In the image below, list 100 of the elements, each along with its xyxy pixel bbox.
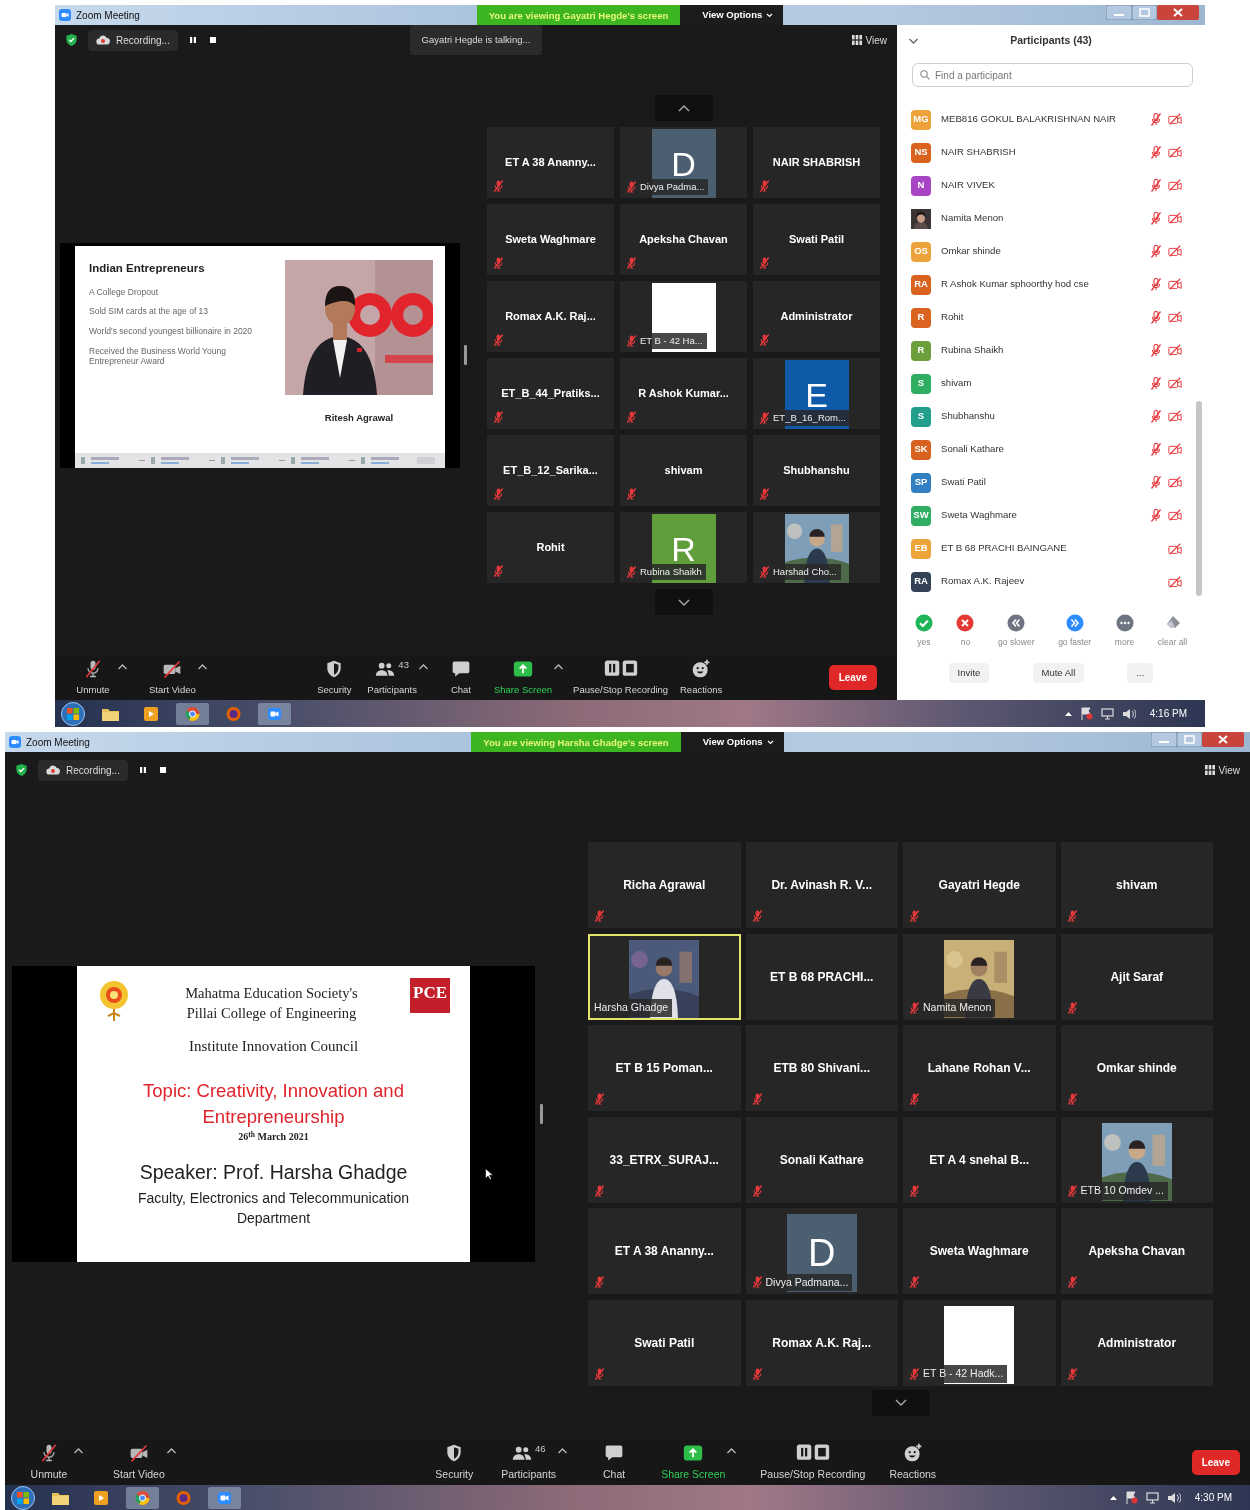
participant-name: shivam bbox=[1116, 877, 1158, 895]
participants-button[interactable]: 43 Participants bbox=[367, 657, 417, 698]
chat-button[interactable]: Chat bbox=[437, 657, 484, 698]
reactions-button[interactable]: Reactions bbox=[889, 1442, 937, 1483]
security-button[interactable]: Security bbox=[311, 657, 358, 698]
participant-name: ET B 68 PRACHI... bbox=[770, 968, 874, 986]
pause-icon[interactable] bbox=[137, 765, 148, 775]
avatar-initials: SK bbox=[911, 439, 931, 460]
search-icon bbox=[920, 70, 930, 80]
caret-up-icon[interactable] bbox=[727, 1448, 737, 1455]
caret-up-icon[interactable] bbox=[166, 1448, 176, 1455]
feedback-button[interactable]: go slower bbox=[998, 614, 1035, 649]
participant-name: Sonali Kathare bbox=[779, 1151, 864, 1169]
feedback-button[interactable]: go faster bbox=[1058, 614, 1092, 649]
caret-up-icon[interactable] bbox=[1109, 1495, 1117, 1500]
search-field[interactable]: Find a participant bbox=[912, 63, 1193, 87]
video-camera-icon[interactable] bbox=[257, 701, 292, 726]
security-button[interactable]: Security bbox=[431, 1442, 478, 1483]
browser-icon[interactable] bbox=[125, 1485, 160, 1510]
close-icon[interactable] bbox=[1202, 732, 1244, 747]
participant-name: ET B - 42 Hadk... bbox=[923, 1366, 1004, 1381]
close-icon[interactable] bbox=[1157, 5, 1199, 20]
participant-name: Apeksha Chavan bbox=[1088, 1243, 1186, 1261]
stop-icon[interactable] bbox=[157, 765, 168, 775]
recording-button[interactable]: Pause/Stop Recording bbox=[573, 657, 669, 698]
stop-icon[interactable] bbox=[207, 35, 218, 46]
caret-up-icon[interactable] bbox=[197, 663, 207, 670]
minimize-icon[interactable] bbox=[1151, 732, 1177, 747]
avatar-initials: RA bbox=[911, 571, 931, 592]
invite-button[interactable]: Invite bbox=[948, 662, 990, 683]
caret-up-icon[interactable] bbox=[558, 1448, 568, 1455]
speaker-icon[interactable] bbox=[1166, 1491, 1181, 1504]
feedback-button[interactable]: no bbox=[956, 614, 975, 649]
participants-button[interactable]: 46 Participants bbox=[501, 1442, 557, 1483]
caret-up-icon[interactable] bbox=[554, 663, 564, 670]
pause-icon[interactable] bbox=[187, 35, 198, 46]
monitor-icon[interactable] bbox=[1145, 1491, 1159, 1504]
flag-icon[interactable] bbox=[1079, 707, 1093, 720]
participant-name: Rohit bbox=[941, 310, 965, 325]
participant-name: Swati Patil bbox=[941, 475, 987, 490]
video-camera-icon[interactable] bbox=[207, 1485, 242, 1510]
start-video-button[interactable]: Start Video bbox=[149, 657, 196, 698]
feedback-button[interactable]: more bbox=[1114, 614, 1135, 649]
feedback-button[interactable]: clear all bbox=[1157, 614, 1188, 649]
caret-up-icon[interactable] bbox=[418, 663, 428, 670]
splitter-handle[interactable] bbox=[540, 1104, 543, 1124]
start-video-button[interactable]: Start Video bbox=[113, 1442, 165, 1483]
monitor-icon[interactable] bbox=[1100, 707, 1114, 720]
leave-button[interactable]: Leave bbox=[828, 665, 877, 690]
recording-button[interactable]: Pause/Stop Recording bbox=[760, 1442, 866, 1483]
avatar-initials: RA bbox=[911, 274, 931, 295]
slide-text: A College Dropout bbox=[89, 286, 159, 298]
scrollbar-thumb[interactable] bbox=[1196, 401, 1202, 596]
start-orb-icon[interactable] bbox=[9, 1485, 37, 1510]
rewind-icon bbox=[1007, 614, 1026, 632]
unmute-button[interactable]: Unmute bbox=[26, 1442, 72, 1483]
participant-name: Harsha Ghadge bbox=[594, 1000, 669, 1015]
start-orb-icon[interactable] bbox=[59, 701, 87, 726]
flag-icon[interactable] bbox=[1124, 1491, 1138, 1504]
photo-caption: Ritesh Agrawal bbox=[324, 410, 394, 425]
unmute-button[interactable]: Unmute bbox=[70, 657, 116, 698]
mute-all-button[interactable]: Mute All bbox=[1032, 662, 1085, 683]
participant-name: ET A 4 snehal B... bbox=[929, 1151, 1030, 1169]
participant-count: 43 bbox=[398, 657, 409, 672]
cloud-icon bbox=[96, 35, 110, 46]
speaker-icon[interactable] bbox=[1121, 707, 1136, 720]
view-button[interactable]: View bbox=[851, 32, 887, 48]
caret-up-icon[interactable] bbox=[118, 663, 127, 670]
view-button[interactable]: View bbox=[1204, 762, 1240, 778]
speaker-department: Faculty, Electronics and Telecommunication Department bbox=[136, 1188, 411, 1228]
splitter-handle[interactable] bbox=[464, 345, 467, 365]
share-screen-button[interactable]: Share Screen bbox=[661, 1442, 726, 1483]
view-options-button[interactable]: View Options bbox=[680, 732, 784, 752]
more-button[interactable]: ... bbox=[1127, 662, 1154, 683]
leave-button[interactable]: Leave bbox=[1191, 1450, 1240, 1475]
shield-check-icon[interactable] bbox=[15, 763, 28, 777]
window-title: Zoom Meeting bbox=[76, 8, 140, 23]
participant-name: ET A 38 Ananny... bbox=[505, 155, 596, 171]
participant-name: Harshad Cho... bbox=[773, 564, 837, 579]
shield-check-icon[interactable] bbox=[65, 33, 78, 48]
minimize-icon[interactable] bbox=[1106, 5, 1132, 20]
slide-date: 26$^{th}$ March 2021 bbox=[237, 1129, 310, 1145]
avatar-initials: NS bbox=[911, 142, 931, 163]
browser-icon[interactable] bbox=[175, 701, 210, 726]
slide-title: Topic: Creativity, Innovation and Entrepreneurship bbox=[142, 1078, 405, 1129]
participant-name: MEB816 GOKUL BALAKRISHNAN NAIR bbox=[941, 112, 1118, 127]
participant-name: Ajit Saraf bbox=[1110, 968, 1164, 986]
caret-up-icon[interactable] bbox=[1064, 711, 1072, 716]
chevron-down-icon[interactable] bbox=[909, 38, 918, 44]
participant-name: Richa Agrawal bbox=[623, 877, 706, 895]
check-icon bbox=[914, 614, 933, 632]
caret-up-icon[interactable] bbox=[74, 1448, 83, 1455]
participant-name: Namita Menon bbox=[941, 211, 1005, 226]
recording-status: Recording... bbox=[116, 33, 170, 48]
share-screen-button[interactable]: Share Screen bbox=[493, 657, 553, 698]
reactions-button[interactable]: Reactions bbox=[678, 657, 725, 698]
feedback-button[interactable]: yes bbox=[914, 614, 933, 649]
view-options-button[interactable]: View Options bbox=[680, 5, 784, 25]
participant-name: Rohit bbox=[536, 540, 565, 556]
chat-button[interactable]: Chat bbox=[591, 1442, 638, 1483]
